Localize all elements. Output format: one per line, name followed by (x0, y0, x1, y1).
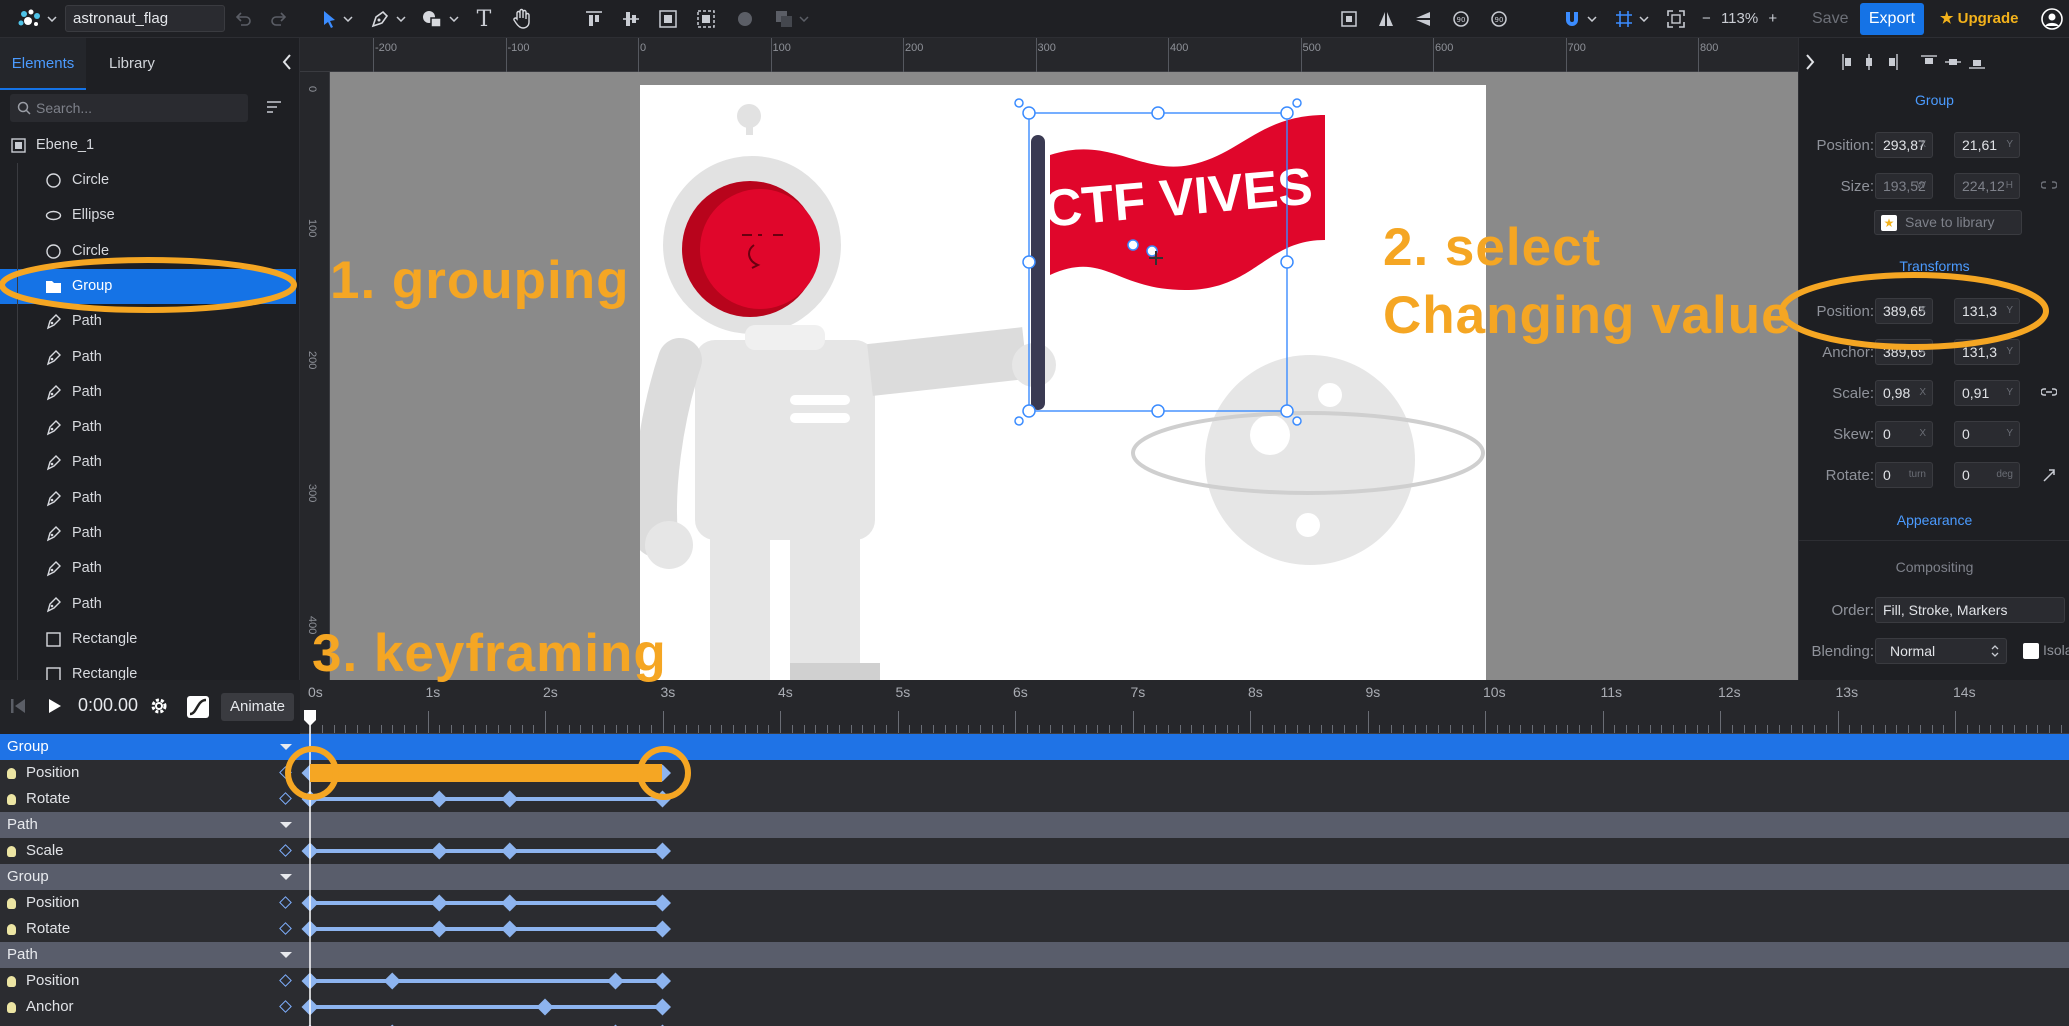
annotation-overlay (0, 257, 2049, 350)
annotation-step2-line1: 2. select (1383, 218, 1602, 277)
annotation-circle-group (0, 257, 297, 313)
annotation-circle-position (1779, 272, 2049, 350)
annotation-step1: 1. grouping (330, 251, 630, 310)
annotation-step2-line2: Changing value (1383, 286, 1792, 345)
annotation-step3: 3. keyframing (312, 624, 667, 683)
